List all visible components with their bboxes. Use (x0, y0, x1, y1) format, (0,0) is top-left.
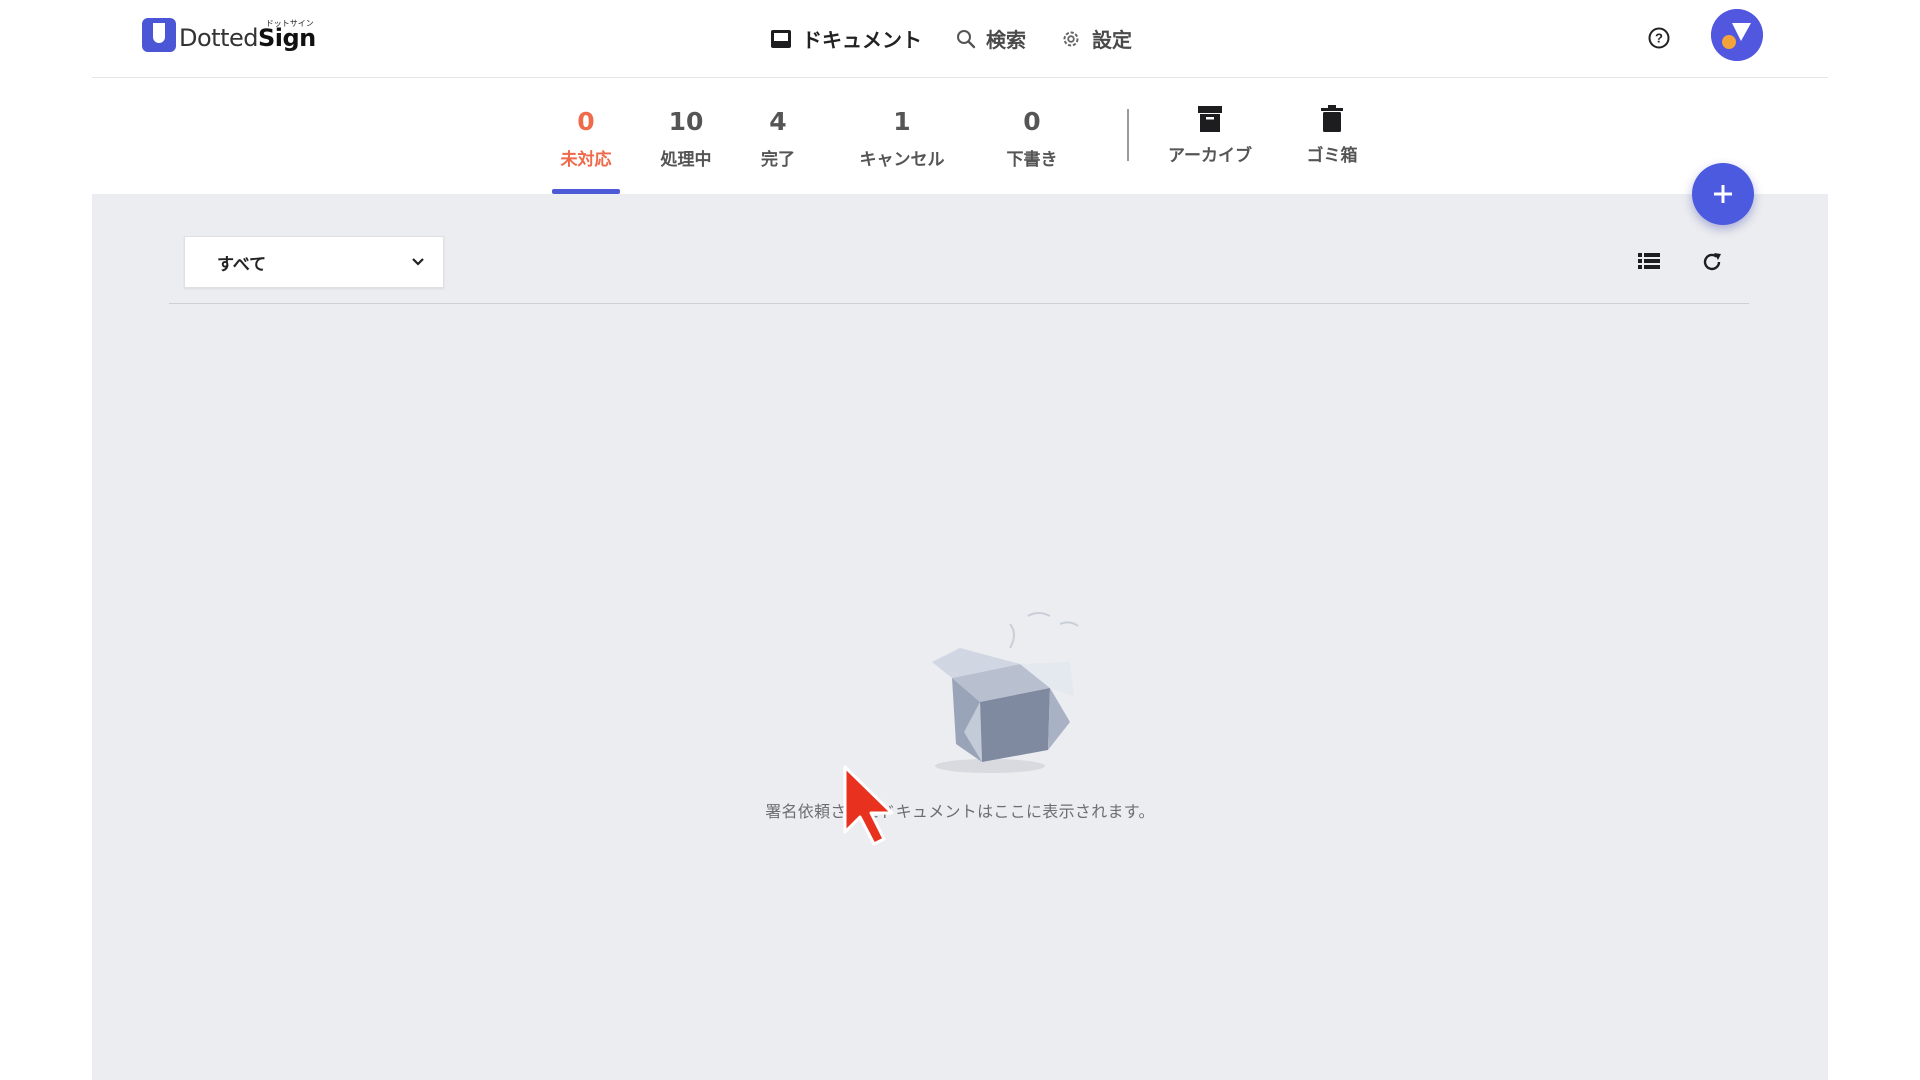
empty-state-message: 署名依頼されたドキュメントはここに表示されます。 (765, 802, 1155, 821)
dottedsign-logo[interactable]: ドットサイン DottedSign (142, 18, 316, 52)
nav-documents-label: ドキュメント (802, 28, 922, 52)
logo-kana: ドットサイン (265, 19, 314, 28)
tab-drafts-label: 下書き (1006, 150, 1058, 170)
top-header: ドットサイン DottedSign ドキュメント 検索 設定 ? (92, 0, 1828, 78)
mouse-cursor-icon (843, 765, 894, 846)
nav-settings[interactable]: 設定 (1060, 24, 1132, 53)
tab-drafts-count: 0 (1023, 107, 1041, 136)
tab-pending-count: 0 (577, 107, 595, 136)
tab-drafts[interactable]: 0 下書き (994, 107, 1070, 170)
archive-icon (1198, 106, 1222, 132)
tab-cancelled-count: 1 (893, 107, 911, 136)
nav-search[interactable]: 検索 (956, 24, 1026, 53)
tab-trash-label: ゴミ箱 (1306, 146, 1358, 166)
tab-cancelled-label: キャンセル (859, 150, 945, 170)
inbox-icon (771, 29, 791, 48)
nav-settings-label: 設定 (1092, 28, 1132, 52)
tab-archive[interactable]: アーカイブ (1154, 105, 1266, 166)
tab-archive-label: アーカイブ (1168, 146, 1252, 166)
tab-completed-count: 4 (769, 107, 787, 136)
help-circle-icon[interactable]: ? (1648, 27, 1670, 49)
tab-in-progress-label: 処理中 (660, 150, 712, 170)
toolbar-divider (169, 303, 1749, 304)
svg-text:?: ? (1655, 31, 1663, 46)
nav-search-label: 検索 (986, 28, 1026, 52)
list-view-icon[interactable] (1638, 252, 1660, 270)
filter-value: すべて (217, 254, 267, 275)
tab-pending-label: 未対応 (560, 150, 612, 170)
gear-icon (1063, 31, 1079, 46)
trash-icon (1321, 105, 1343, 132)
chevron-down-icon (412, 258, 424, 266)
empty-box-illustration (932, 612, 1079, 773)
refresh-icon[interactable] (1701, 251, 1723, 273)
avatar-image (1711, 9, 1763, 61)
tab-in-progress-count: 10 (668, 107, 704, 136)
plus-icon (1714, 185, 1732, 203)
tab-completed[interactable]: 4 完了 (750, 107, 806, 170)
filter-select[interactable]: すべて (184, 236, 444, 288)
tab-completed-label: 完了 (761, 150, 795, 170)
tab-pending[interactable]: 0 未対応 (552, 107, 620, 170)
tab-trash[interactable]: ゴミ箱 (1292, 105, 1372, 166)
logo-mark-icon (142, 18, 176, 52)
app-window: ドットサイン DottedSign ドキュメント 検索 設定 ? 0 未対応 1… (92, 0, 1828, 1080)
tab-divider (1127, 109, 1129, 161)
status-tabs: 0 未対応 10 処理中 4 完了 1 キャンセル 0 下書き アーカイブ ゴミ… (92, 79, 1828, 194)
avatar[interactable] (1711, 9, 1763, 61)
main-nav: ドキュメント 検索 設定 (770, 24, 1166, 53)
tab-in-progress[interactable]: 10 処理中 (650, 107, 722, 170)
tab-cancelled[interactable]: 1 キャンセル (846, 107, 958, 170)
add-document-button[interactable] (1692, 163, 1754, 225)
main-content: すべて 署名依頼されたドキュメントはここに表示されます。 (92, 194, 1828, 1080)
nav-documents[interactable]: ドキュメント (770, 24, 922, 53)
search-icon (957, 29, 976, 48)
